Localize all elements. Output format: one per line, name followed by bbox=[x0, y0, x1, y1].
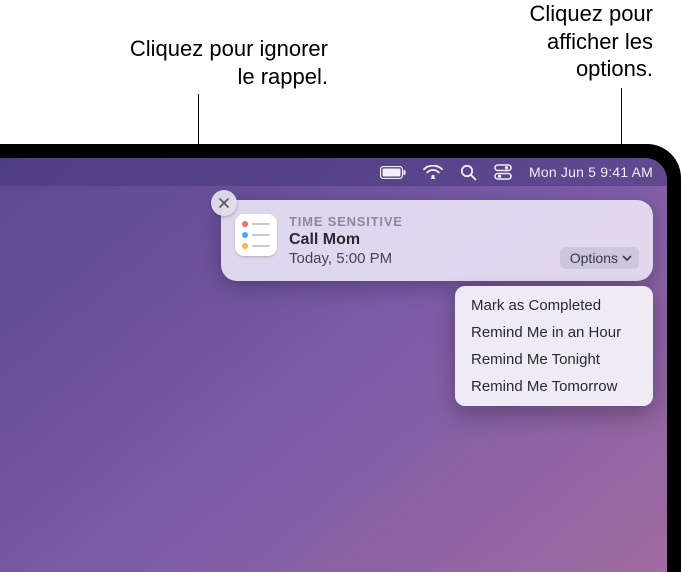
reminders-dot-icon bbox=[242, 232, 248, 238]
callout-options: Cliquez pour afficher les options. bbox=[473, 0, 653, 83]
options-menu: Mark as Completed Remind Me in an Hour R… bbox=[455, 286, 653, 406]
menu-item-remind-tonight[interactable]: Remind Me Tonight bbox=[455, 346, 653, 373]
reminders-app-icon bbox=[235, 214, 277, 256]
reminder-notification[interactable]: TIME SENSITIVE Call Mom Today, 5:00 PM O… bbox=[221, 200, 653, 281]
reminders-dot-icon bbox=[242, 221, 248, 227]
callout-dismiss: Cliquez pour ignorer le rappel. bbox=[108, 35, 328, 90]
search-icon[interactable] bbox=[460, 164, 477, 181]
notification-category-label: TIME SENSITIVE bbox=[289, 214, 637, 229]
battery-icon[interactable] bbox=[380, 166, 406, 179]
options-button-label: Options bbox=[570, 250, 618, 266]
laptop-frame: Mon Jun 5 9:41 AM TIME SENSITIVE Call Mo… bbox=[0, 144, 681, 572]
options-button[interactable]: Options bbox=[560, 247, 639, 269]
menu-item-mark-completed[interactable]: Mark as Completed bbox=[455, 292, 653, 319]
wifi-icon[interactable] bbox=[423, 165, 443, 179]
control-center-icon[interactable] bbox=[494, 164, 512, 180]
menu-item-remind-tomorrow[interactable]: Remind Me Tomorrow bbox=[455, 373, 653, 400]
chevron-down-icon bbox=[621, 252, 633, 264]
menu-item-remind-hour[interactable]: Remind Me in an Hour bbox=[455, 319, 653, 346]
reminders-dot-icon bbox=[242, 243, 248, 249]
close-icon bbox=[218, 197, 230, 209]
menubar-clock[interactable]: Mon Jun 5 9:41 AM bbox=[529, 164, 653, 180]
menubar: Mon Jun 5 9:41 AM bbox=[0, 158, 667, 186]
desktop-screen: Mon Jun 5 9:41 AM TIME SENSITIVE Call Mo… bbox=[0, 158, 667, 572]
dismiss-button[interactable] bbox=[211, 190, 237, 216]
